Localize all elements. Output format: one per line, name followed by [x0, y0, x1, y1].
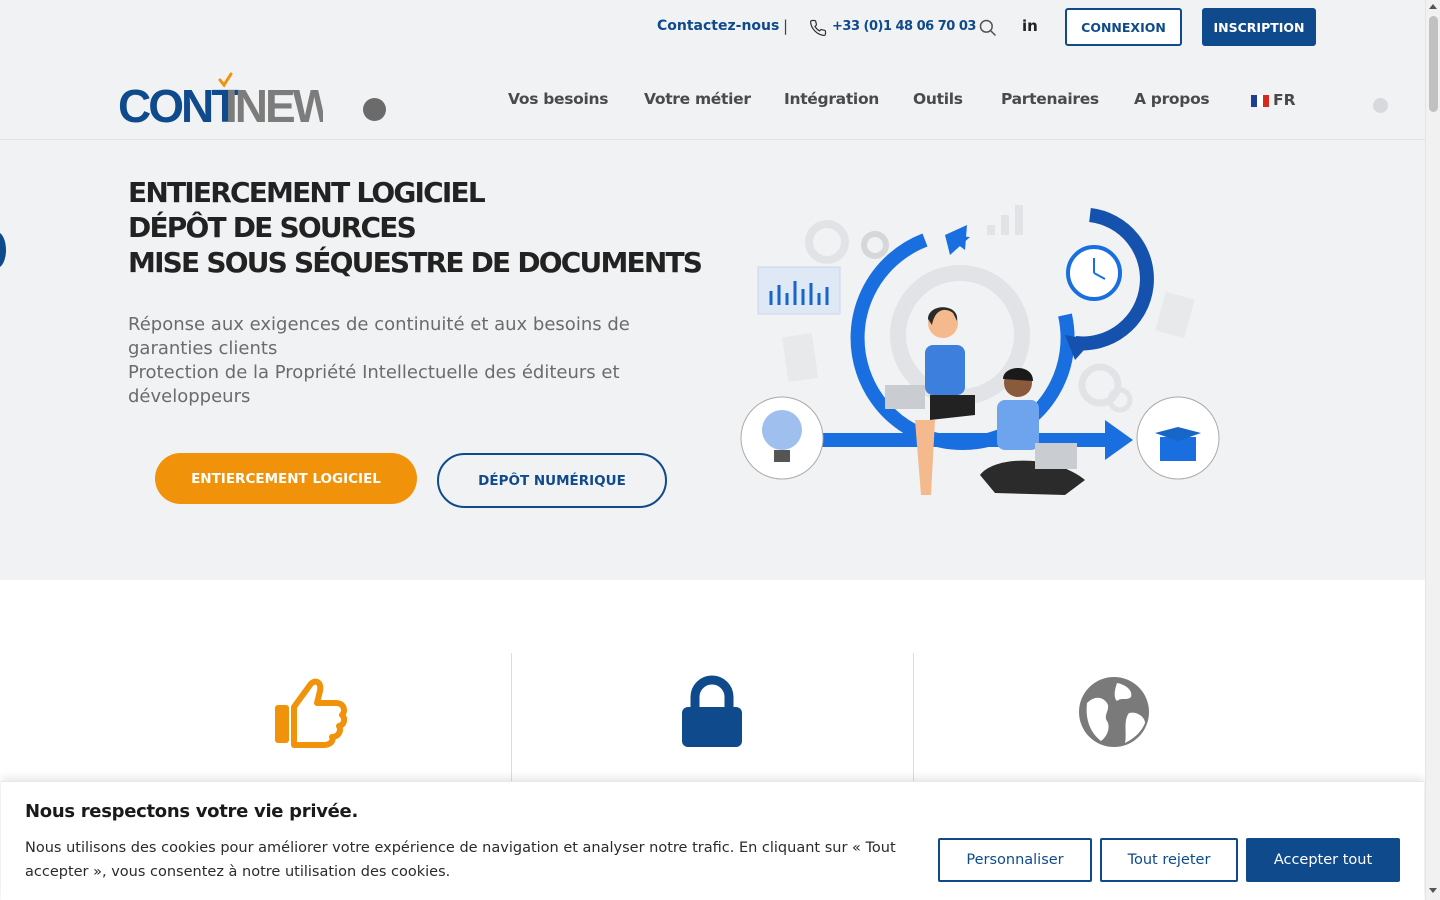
login-button[interactable]: CONNEXION [1065, 8, 1182, 46]
contineuw-logo[interactable]: CONT INEW [118, 72, 340, 132]
cookie-text: Nous utilisons des cookies pour améliore… [25, 840, 896, 880]
site-header: Contactez-nous | +33 (0)1 48 06 70 03 in… [0, 0, 1425, 140]
search-icon[interactable] [978, 18, 998, 38]
nav-item-outils[interactable]: Outils [913, 90, 963, 108]
phone-icon [809, 19, 827, 37]
topbar-separator: | [783, 17, 789, 35]
digital-deposit-button[interactable]: DÉPÔT NUMÉRIQUE [437, 453, 667, 508]
hero-subtitle-line: Protection de la Propriété Intellectuell… [128, 362, 620, 407]
contact-link[interactable]: Contactez-nous [657, 18, 779, 34]
globe-icon [1077, 675, 1152, 750]
hero-title: ENTIERCEMENT LOGICIEL DÉPÔT DE SOURCES M… [128, 175, 703, 280]
hero-title-line: DÉPÔT DE SOURCES [128, 211, 417, 244]
software-escrow-button[interactable]: ENTIERCEMENT LOGICIEL [155, 453, 417, 504]
cookie-title: Nous respectons votre vie privée. [25, 801, 359, 822]
nav-item-integration[interactable]: Intégration [784, 90, 879, 108]
lock-icon [675, 675, 750, 750]
svg-text:CONT: CONT [118, 80, 239, 128]
nav-item-partenaires[interactable]: Partenaires [1001, 90, 1099, 108]
accept-all-button[interactable]: Accepter tout [1246, 838, 1400, 882]
language-selector[interactable]: FR [1273, 91, 1296, 109]
linkedin-icon[interactable]: in [1022, 17, 1038, 35]
hero-title-line: MISE SOUS SÉQUESTRE DE DOCUMENTS [128, 246, 703, 279]
phone-link[interactable]: +33 (0)1 48 06 70 03 [832, 19, 976, 34]
scroll-up-icon[interactable] [1429, 4, 1437, 9]
decorative-dot [363, 98, 386, 121]
column-divider [511, 653, 512, 783]
top-bar: Contactez-nous | +33 (0)1 48 06 70 03 in… [0, 8, 1425, 48]
cookie-banner: Nous respectons votre vie privée. Nous u… [1, 781, 1424, 900]
svg-text:INEW: INEW [225, 80, 323, 128]
hero-subtitle: Réponse aux exigences de continuité et a… [128, 313, 648, 409]
nav-item-a-propos[interactable]: A propos [1134, 90, 1210, 108]
thumbs-up-icon [272, 675, 348, 750]
nav-item-vos-besoins[interactable]: Vos besoins [508, 90, 608, 108]
french-flag-icon[interactable] [1251, 95, 1269, 107]
signup-button[interactable]: INSCRIPTION [1202, 8, 1316, 46]
hero-title-line: ENTIERCEMENT LOGICIEL [128, 176, 486, 209]
scroll-down-icon[interactable] [1429, 888, 1437, 893]
hero-subtitle-line: Réponse aux exigences de continuité et a… [128, 314, 630, 359]
customize-cookies-button[interactable]: Personnaliser [938, 838, 1092, 882]
hero-illustration [740, 205, 1220, 495]
column-divider [913, 653, 914, 783]
scroll-thumb[interactable] [1429, 16, 1438, 112]
decorative-dot [1373, 98, 1388, 113]
nav-item-votre-metier[interactable]: Votre métier [644, 90, 751, 108]
reject-all-button[interactable]: Tout rejeter [1100, 838, 1238, 882]
page-scrollbar[interactable] [1425, 0, 1440, 900]
